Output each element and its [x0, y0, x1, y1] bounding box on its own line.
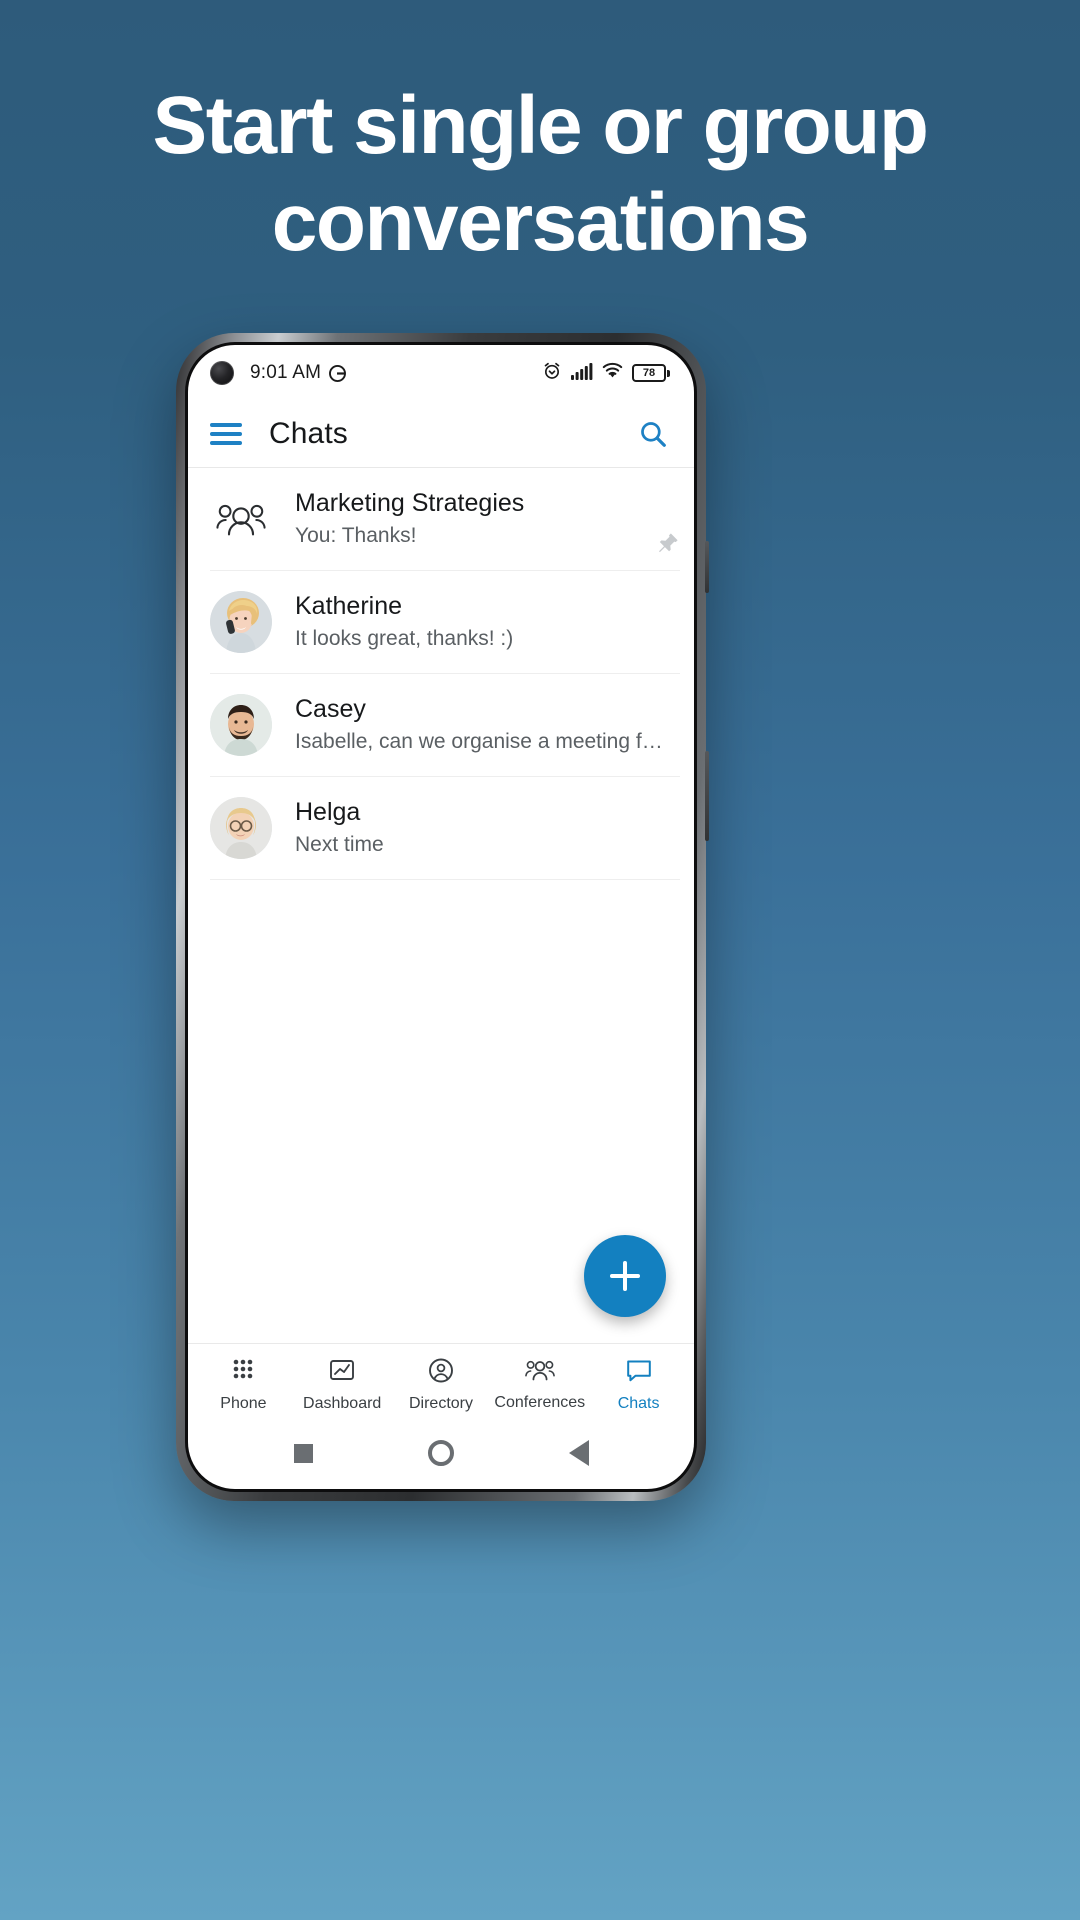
alarm-clock-icon — [542, 361, 562, 386]
phone-bezel: 9:01 AM 78 Chats Marketing Strategies Yo… — [185, 342, 697, 1492]
nav-item-dashboard[interactable]: Dashboard — [293, 1357, 392, 1413]
front-camera-punch-hole — [210, 361, 234, 385]
battery-icon: 78 — [632, 364, 670, 382]
chat-item-name: Helga — [295, 797, 361, 826]
battery-level: 78 — [632, 364, 666, 382]
app-bar: Chats — [188, 401, 694, 467]
chat-item-preview: You: Thanks! — [295, 523, 417, 547]
plus-icon — [610, 1261, 640, 1291]
new-chat-fab-button[interactable] — [584, 1235, 666, 1317]
nav-item-chats[interactable]: Chats — [589, 1357, 688, 1413]
triangle-back-icon[interactable] — [568, 1440, 589, 1466]
chat-item-text: Casey Isabelle, can we organise a meetin… — [295, 694, 676, 757]
chat-item-text: Katherine It looks great, thanks! :) — [295, 591, 676, 654]
chat-item-text: Marketing Strategies You: Thanks! — [295, 488, 676, 551]
circle-icon[interactable] — [427, 1440, 454, 1466]
bottom-navigation-bar: Phone Dashboard Directory Conferences Ch… — [188, 1343, 694, 1425]
status-bar: 9:01 AM 78 — [188, 345, 694, 401]
headline-line-2: conversations — [271, 176, 810, 268]
phone-screen: 9:01 AM 78 Chats Marketing Strategies Yo… — [188, 345, 694, 1489]
list-divider — [210, 879, 680, 880]
nav-label-chats: Chats — [617, 1394, 660, 1412]
nav-item-directory[interactable]: Directory — [392, 1357, 491, 1413]
square-icon[interactable] — [293, 1443, 313, 1463]
nav-item-phone[interactable]: Phone — [194, 1357, 293, 1413]
page-title: Chats — [269, 417, 348, 450]
headline-line-1: Start single or group — [152, 80, 929, 171]
chat-list-item[interactable]: Marketing Strategies You: Thanks! — [188, 468, 694, 570]
phone-volume-button — [705, 541, 709, 593]
dialpad-icon — [229, 1357, 257, 1390]
chat-item-preview: Isabelle, can we organise a meeting for … — [295, 729, 663, 753]
chat-item-preview: It looks great, thanks! :) — [295, 626, 514, 650]
chat-list-item[interactable]: Helga Next time — [188, 777, 694, 879]
system-navigation-bar — [188, 1425, 694, 1489]
status-time: 9:01 AM — [250, 362, 322, 383]
chat-item-text: Helga Next time — [295, 797, 676, 860]
wifi-icon — [602, 362, 623, 384]
promo-headline: Start single or group conversations — [0, 78, 1080, 272]
phone-mockup: 9:01 AM 78 Chats Marketing Strategies Yo… — [176, 333, 709, 1501]
chat-item-name: Casey — [295, 694, 366, 723]
battery-cap — [667, 369, 670, 377]
phone-frame: 9:01 AM 78 Chats Marketing Strategies Yo… — [176, 333, 709, 1501]
chat-item-name: Marketing Strategies — [295, 488, 525, 517]
chat-list[interactable]: Marketing Strategies You: Thanks! Kather… — [188, 468, 694, 1343]
search-icon[interactable] — [638, 419, 668, 449]
chart-icon — [328, 1357, 356, 1390]
status-icons: 78 — [542, 361, 670, 386]
nav-item-conferences[interactable]: Conferences — [490, 1358, 589, 1412]
avatar — [210, 591, 272, 653]
group-avatar-icon — [210, 488, 272, 550]
avatar — [210, 797, 272, 859]
group-icon — [524, 1358, 555, 1389]
pin-icon — [656, 531, 680, 560]
chat-item-name: Katherine — [295, 591, 403, 620]
avatar — [210, 694, 272, 756]
cellular-signal-icon — [571, 362, 593, 385]
phone-power-button — [705, 751, 709, 841]
nav-label-phone: Phone — [220, 1394, 267, 1412]
nav-label-directory: Directory — [408, 1394, 473, 1412]
do-not-disturb-icon — [328, 364, 347, 383]
hamburger-menu-icon[interactable] — [210, 418, 242, 451]
contact-icon — [427, 1357, 455, 1390]
chat-bubble-icon — [625, 1357, 653, 1390]
chat-list-item[interactable]: Casey Isabelle, can we organise a meetin… — [188, 674, 694, 776]
nav-label-dashboard: Dashboard — [303, 1394, 382, 1412]
chat-list-item[interactable]: Katherine It looks great, thanks! :) — [188, 571, 694, 673]
chat-item-preview: Next time — [295, 832, 384, 856]
nav-label-conferences: Conferences — [494, 1393, 586, 1411]
